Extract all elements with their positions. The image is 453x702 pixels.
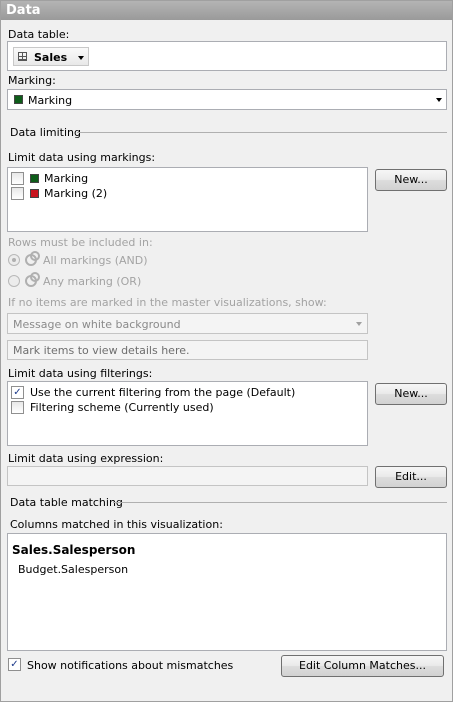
- notify-mismatches-label: Show notifications about mismatches: [27, 659, 234, 672]
- chevron-down-icon: [436, 98, 442, 102]
- list-item[interactable]: Marking (2): [10, 186, 310, 201]
- columns-matched-list: Sales.Salesperson Budget.Salesperson: [7, 533, 447, 651]
- any-marking-icon-overlap: [30, 272, 40, 282]
- chevron-down-icon: [356, 322, 362, 326]
- marking-dropdown-value: Marking: [28, 94, 73, 107]
- radio-all-markings[interactable]: [8, 254, 20, 266]
- marking-checkbox[interactable]: [11, 172, 24, 185]
- radio-all-markings-label: All markings (AND): [43, 254, 148, 267]
- filtering-item-label: Filtering scheme (Currently used): [30, 401, 214, 414]
- matched-column: Budget.Salesperson: [18, 563, 129, 576]
- marking-label: Marking:: [8, 74, 56, 87]
- all-markings-icon-overlap: [30, 251, 40, 261]
- edit-column-matches-button[interactable]: Edit Column Matches...: [281, 655, 444, 677]
- limit-expression-label: Limit data using expression:: [8, 452, 164, 465]
- no-items-dropdown-value: Message on white background: [13, 318, 181, 331]
- new-marking-button[interactable]: New...: [375, 169, 447, 191]
- message-field-value: Mark items to view details here.: [13, 344, 190, 357]
- filtering-checkbox[interactable]: [11, 401, 24, 414]
- rows-included-label: Rows must be included in:: [8, 236, 153, 249]
- filterings-list: ✓ Use the current filtering from the pag…: [7, 381, 368, 446]
- limit-filterings-label: Limit data using filterings:: [8, 367, 153, 380]
- list-item[interactable]: Filtering scheme (Currently used): [10, 400, 365, 415]
- markings-list: Marking Marking (2): [7, 167, 368, 232]
- marking-color-swatch: [30, 189, 39, 198]
- filtering-item-label: Use the current filtering from the page …: [30, 386, 296, 399]
- no-items-label: If no items are marked in the master vis…: [8, 296, 327, 309]
- data-limiting-heading: Data limiting: [10, 126, 81, 139]
- chevron-down-icon: [78, 56, 84, 60]
- data-table-area: Sales: [7, 41, 447, 71]
- primary-column: Sales.Salesperson: [12, 543, 136, 557]
- expression-field[interactable]: [7, 466, 368, 486]
- columns-matched-label: Columns matched in this visualization:: [10, 518, 223, 531]
- filtering-checkbox-checked[interactable]: ✓: [11, 386, 24, 399]
- radio-any-marking-label: Any marking (OR): [43, 275, 142, 288]
- new-filtering-button[interactable]: New...: [375, 383, 447, 405]
- marking-dropdown[interactable]: Marking: [7, 89, 447, 110]
- table-matching-heading: Data table matching: [10, 496, 123, 509]
- marking-item-label: Marking (2): [44, 187, 108, 200]
- marking-item-label: Marking: [44, 172, 89, 185]
- no-items-dropdown[interactable]: Message on white background: [7, 313, 368, 334]
- limit-markings-label: Limit data using markings:: [8, 151, 156, 164]
- list-item[interactable]: ✓ Use the current filtering from the pag…: [10, 385, 365, 400]
- section-divider: [77, 132, 447, 133]
- list-item[interactable]: Marking: [10, 171, 310, 186]
- data-panel: Data Data table: Sales Marking: Marking …: [0, 0, 453, 702]
- notify-mismatches-checkbox[interactable]: ✓: [8, 658, 21, 671]
- marking-color-swatch: [30, 174, 39, 183]
- edit-expression-button[interactable]: Edit...: [375, 466, 447, 488]
- section-divider: [113, 502, 447, 503]
- message-field[interactable]: Mark items to view details here.: [7, 340, 368, 360]
- marking-checkbox[interactable]: [11, 187, 24, 200]
- marking-color-swatch: [14, 95, 23, 104]
- data-table-label: Data table:: [8, 28, 70, 41]
- radio-any-marking[interactable]: [8, 275, 20, 287]
- table-icon: [18, 52, 27, 61]
- data-table-value: Sales: [34, 51, 68, 64]
- data-table-selector[interactable]: Sales: [13, 47, 89, 66]
- panel-title: Data: [1, 1, 452, 20]
